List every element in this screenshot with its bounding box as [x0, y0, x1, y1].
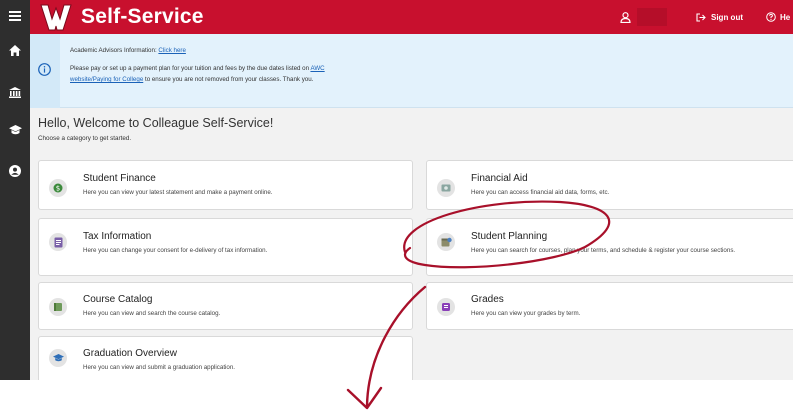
sign-out-button[interactable]: Sign out [696, 9, 743, 25]
help-icon [766, 12, 776, 22]
user-icon [620, 11, 631, 23]
rail-menu-button[interactable] [0, 3, 30, 29]
welcome-title: Hello, Welcome to Colleague Self-Service… [38, 116, 274, 130]
user-name-redacted [637, 8, 667, 26]
card-title: Financial Aid [471, 173, 528, 184]
calendar-icon [441, 237, 452, 247]
user-circle-icon [9, 165, 21, 177]
card-title: Tax Information [83, 231, 152, 242]
paying-for-college-link[interactable]: website/Paying for College [70, 76, 143, 83]
student-finance-card[interactable]: $ Student Finance Here you can view your… [38, 160, 413, 210]
document-icon [54, 237, 62, 247]
school-logo [40, 2, 72, 32]
notice-line-2-text: Please pay or set up a payment plan for … [70, 65, 311, 72]
graduation-overview-icon-wrap [49, 349, 67, 367]
grad-cap-icon [52, 354, 64, 362]
sign-out-label: Sign out [711, 12, 743, 22]
financial-aid-icon-wrap [437, 179, 455, 197]
student-finance-icon-wrap: $ [49, 179, 67, 197]
bank-icon [9, 86, 21, 98]
card-description: Here you can view and search the course … [83, 310, 221, 317]
rail-home-button[interactable] [0, 37, 30, 63]
student-planning-icon-wrap [437, 233, 455, 251]
tax-information-icon-wrap [49, 233, 67, 251]
book-icon [54, 303, 62, 311]
self-service-screen: Self-Service Sign out He Academic Adviso… [0, 0, 793, 380]
top-header: Self-Service Sign out He [30, 0, 793, 34]
notice-line-1-text: Academic Advisors Information: [70, 47, 159, 54]
grades-icon [442, 303, 450, 311]
help-label: He [780, 12, 791, 22]
card-description: Here you can access financial aid data, … [471, 189, 610, 196]
card-title: Student Planning [471, 231, 548, 242]
card-description: Here you can view your latest statement … [83, 189, 273, 196]
course-catalog-card[interactable]: Course Catalog Here you can view and sea… [38, 282, 413, 330]
menu-icon [9, 11, 21, 21]
rail-finance-button[interactable] [0, 79, 30, 105]
app-title: Self-Service [81, 5, 204, 28]
annotation-arrow-head [346, 386, 383, 410]
sign-out-icon [696, 12, 706, 22]
notice-line-2-suffix: to ensure you are not removed from your … [143, 76, 314, 83]
graduation-cap-icon [8, 125, 22, 135]
graduation-overview-card[interactable]: Graduation Overview Here you can view an… [38, 336, 413, 380]
course-catalog-icon-wrap [49, 298, 67, 316]
card-title: Grades [471, 294, 504, 305]
help-button[interactable]: He [766, 9, 790, 25]
grades-icon-wrap [437, 298, 455, 316]
card-description: Here you can change your consent for e-d… [83, 247, 268, 254]
dollar-icon: $ [53, 183, 63, 193]
grades-card[interactable]: Grades Here you can view your grades by … [426, 282, 793, 330]
card-title: Student Finance [83, 173, 156, 184]
welcome-subtitle: Choose a category to get started. [38, 135, 132, 142]
card-title: Graduation Overview [83, 348, 177, 359]
notice-text: Academic Advisors Information: Click her… [70, 45, 590, 92]
financial-aid-card[interactable]: Financial Aid Here you can access financ… [426, 160, 793, 210]
advisors-click-here-link[interactable]: Click here [158, 47, 186, 54]
card-title: Course Catalog [83, 294, 153, 305]
w-logo-icon [40, 4, 72, 31]
notice-line-2: Please pay or set up a payment plan for … [70, 63, 590, 85]
info-icon [38, 63, 51, 76]
info-notice: Academic Advisors Information: Click her… [30, 34, 793, 108]
tax-information-card[interactable]: Tax Information Here you can change your… [38, 218, 413, 276]
card-description: Here you can search for courses, plan yo… [471, 247, 736, 254]
student-planning-card[interactable]: Student Planning Here you can search for… [426, 218, 793, 276]
rail-profile-button[interactable] [0, 158, 30, 184]
money-icon [441, 184, 451, 192]
home-icon [9, 44, 21, 56]
card-description: Here you can view and submit a graduatio… [83, 364, 236, 371]
notice-line-1: Academic Advisors Information: Click her… [70, 45, 590, 56]
rail-academics-button[interactable] [0, 117, 30, 143]
svg-text:$: $ [56, 185, 60, 193]
left-rail [0, 0, 30, 380]
user-menu-button[interactable] [620, 7, 684, 27]
card-description: Here you can view your grades by term. [471, 310, 581, 317]
awc-link[interactable]: AWC [310, 65, 324, 72]
